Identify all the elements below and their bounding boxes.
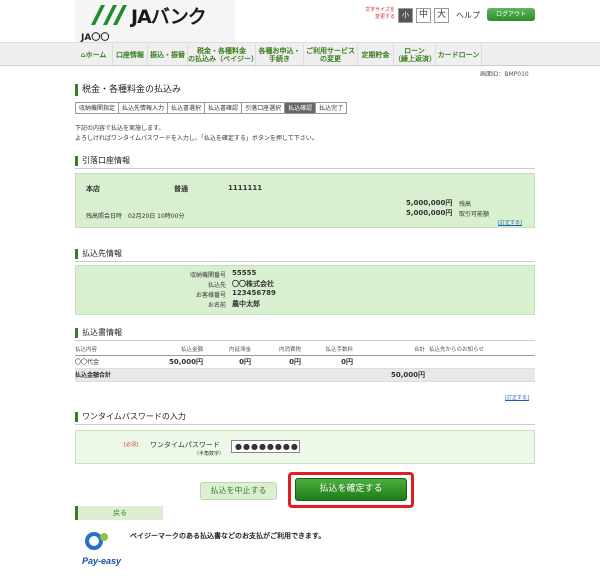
otp-box: [必須] ワンタイムパスワード （半角数字） [75, 430, 535, 464]
edit-account-link[interactable]: [訂正する] [498, 219, 522, 226]
progress-steps: 収納機関指定 払込先情報入力 払込書選択 払込書確認 引落口座選択 払込確認 払… [75, 102, 348, 114]
nav-time-deposit[interactable]: 定期貯金 [358, 43, 394, 67]
font-size-large-button[interactable]: 大 [434, 8, 449, 23]
payee-info-box: 収納機関番号 55555 払込先 〇〇株式会社 お客様番号 123456789 … [75, 265, 535, 315]
table-header-row: 払込内容 払込金額 内延滞金 内消費税 払込手数料 合計 払込先からのお知らせ [75, 344, 535, 356]
help-link[interactable]: ヘルプ [456, 10, 480, 21]
payee-label: お客様番号 [195, 292, 226, 299]
nav-payeasy[interactable]: 税金・各種料金 の払込み（ペイジー） [188, 43, 258, 67]
account-number: 1111111 [228, 184, 263, 192]
nav-card-loan[interactable]: カードローン [436, 43, 482, 67]
nav-home[interactable]: ⌂ ホーム [75, 43, 113, 67]
nav-transfer[interactable]: 振込・振替 [148, 43, 188, 67]
inquiry-datetime: 残高照会日時 02月20日 10時00分 [86, 213, 185, 220]
payee-value: 123456789 [232, 289, 276, 297]
ja-logo-mark-icon [91, 5, 127, 25]
available-amount: 5,000,000円 [406, 209, 453, 217]
font-size-medium-button[interactable]: 中 [416, 8, 431, 23]
available-label: 取引可能額 [459, 211, 490, 218]
ja-bank-logo[interactable]: JAバンク JA〇〇 [75, 0, 235, 43]
payee-label: 払込先 [207, 282, 226, 289]
fontsize-label: 文字サイズを 変更する [365, 7, 395, 20]
bill-table: 払込内容 払込金額 内延滞金 内消費税 払込手数料 合計 払込先からのお知らせ … [75, 344, 535, 382]
balance-label: 残高 [459, 201, 472, 208]
edit-bill-link[interactable]: [訂正する] [505, 394, 529, 401]
screen-id: 画面ID：BMP010 [480, 71, 529, 78]
step-4: 払込書確認 [204, 102, 242, 114]
svg-text:Pay-easy: Pay-easy [82, 556, 122, 566]
font-size-small-button[interactable]: 小 [398, 8, 413, 23]
account-section-title: 引落口座情報 [75, 156, 130, 166]
step-2: 払込先情報入力 [118, 102, 168, 114]
logo-text: JAバンク [131, 6, 207, 28]
balance-amount: 5,000,000円 [406, 199, 453, 207]
otp-section-title: ワンタイムパスワードの入力 [75, 412, 186, 422]
payeasy-text: ペイジーマークのある払込書などのお支払がご利用できます。 [130, 532, 326, 540]
nav-account-info[interactable]: 口座情報 [113, 43, 148, 67]
payee-value: 農中太郎 [232, 300, 260, 308]
intro-text: 下記の内容で払込を実施します。 よろしければワンタイムパスワードを入力し、「払込… [75, 125, 318, 142]
cancel-payment-button[interactable]: 払込を中止する [200, 482, 277, 500]
account-branch: 本店 [86, 185, 100, 193]
otp-hint: （半角数字） [194, 451, 225, 457]
table-row: 〇〇代金 50,000円 0円 0円 0円 [75, 355, 535, 369]
global-nav: ⌂ ホーム 口座情報 振込・振替 税金・各種料金 の払込み（ペイジー） 各種お申込・… [0, 42, 600, 67]
confirm-payment-button[interactable]: 払込を確定する [295, 478, 407, 501]
divider [75, 340, 535, 341]
payee-label: お名前 [207, 302, 226, 309]
divider [75, 168, 535, 169]
account-type: 普通 [174, 185, 188, 193]
required-badge: [必須] [124, 442, 138, 448]
header: JAバンク JA〇〇 文字サイズを 変更する 小 中 大 ヘルプ ログアウト [0, 0, 600, 43]
divider [75, 261, 535, 262]
divider [75, 424, 535, 425]
step-1: 収納機関指定 [75, 102, 119, 114]
payee-label: 収納機関番号 [189, 272, 226, 279]
payee-section-title: 払込先情報 [75, 249, 122, 259]
total-row: 払込金額合計 50,000円 [75, 368, 535, 382]
back-button[interactable]: 戻る [75, 506, 163, 520]
account-info-box: 本店 普通 1111111 5,000,000円 残高 5,000,000円 取… [75, 173, 535, 228]
bill-section-title: 払込書情報 [75, 328, 122, 338]
step-5: 引落口座選択 [241, 102, 285, 114]
nav-loan[interactable]: ローン （繰上返済） [394, 43, 436, 67]
otp-input[interactable]: ●●●●●●●● [231, 440, 300, 453]
logout-button[interactable]: ログアウト [487, 8, 535, 21]
step-3: 払込書選択 [167, 102, 205, 114]
page-title: 税金・各種料金の払込み [75, 84, 181, 96]
step-7: 払込完了 [315, 102, 348, 114]
step-6-current: 払込確認 [284, 102, 316, 114]
payee-value: 〇〇株式会社 [232, 280, 274, 288]
nav-applications[interactable]: 各種お申込・ 手続き [256, 43, 304, 67]
nav-service-change[interactable]: ご利用サービス の変更 [304, 43, 358, 67]
payee-value: 55555 [232, 269, 257, 277]
payeasy-logo-icon: Pay-easy [82, 532, 122, 566]
otp-label: ワンタイムパスワード [150, 441, 220, 449]
